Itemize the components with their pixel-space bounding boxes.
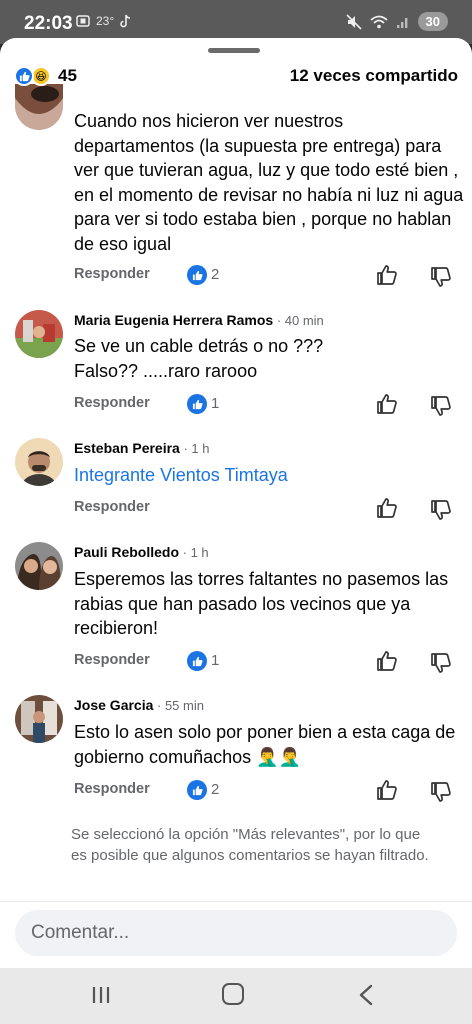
reply-button[interactable]: Responder [74,395,150,411]
comment-actions: Responder 1 [0,650,472,674]
haha-reaction-icon: 😆 [31,66,51,86]
comment-actions: Responder 1 [0,393,472,417]
thumbs-up-icon[interactable] [376,650,398,672]
comment-time: · 55 min [153,698,204,713]
avatar[interactable] [15,310,63,358]
comment-actions: Responder 2 [0,264,472,288]
like-badge-icon [187,780,207,800]
thumbs-down-icon[interactable] [430,652,452,674]
thumbs-up-icon[interactable] [376,393,398,415]
like-badge-icon [187,394,207,414]
reply-button[interactable]: Responder [74,781,150,797]
like-reaction-icon [14,66,34,86]
comment-actions: Responder 2 [0,779,472,803]
share-count[interactable]: 12 veces compartido [290,66,458,86]
battery-indicator: 30 [417,12,448,31]
back-icon[interactable] [357,984,375,1006]
thumbs-up-icon[interactable] [376,497,398,519]
tiktok-icon [120,14,131,28]
screenshot-icon [76,15,90,27]
drag-handle[interactable] [208,48,260,53]
reply-button[interactable]: Responder [74,652,150,668]
comment-text-line: Falso?? .....raro rarooo [74,360,258,381]
comment-text: Esperemos las torres faltantes no pasemo… [74,569,449,638]
reaction-summary: 😆 45 12 veces compartido [14,64,458,88]
comment-text: Se ve un cable detrás o no ??? Falso?? .… [74,334,464,383]
status-time: 22:03 [24,13,73,34]
comment-text: Cuando nos hicieron ver nuestros departa… [74,111,464,254]
thumbs-down-icon[interactable] [430,499,452,521]
comment-actions: Responder [0,497,472,521]
thumbs-up-icon[interactable] [376,779,398,801]
recent-apps-icon[interactable] [90,984,112,1006]
like-count[interactable]: 1 [211,652,219,669]
comment-author[interactable]: Maria Eugenia Herrera Ramos · 40 min [74,312,324,328]
comment-input[interactable]: Comentar... [15,910,457,956]
status-temperature: 23° [96,14,115,28]
like-badge-icon [187,265,207,285]
reaction-count[interactable]: 45 [58,66,77,86]
comment-author[interactable]: Esteban Pereira · 1 h [74,440,209,456]
comments-sheet: 😆 45 12 veces compartido Cuando nos hici… [0,38,472,968]
avatar[interactable] [15,695,63,743]
tagged-profile-link[interactable]: Integrante Vientos Timtaya [74,463,464,488]
home-icon[interactable] [222,983,244,1005]
comment-author[interactable]: Jose Garcia · 55 min [74,697,204,713]
thumbs-up-icon[interactable] [376,264,398,286]
signal-icon [396,17,407,28]
avatar[interactable] [15,438,63,486]
comment-input-placeholder: Comentar... [31,922,130,943]
like-count[interactable]: 1 [211,395,219,412]
comment-time: · 1 h [179,441,210,456]
avatar[interactable] [15,542,63,590]
divider [0,901,472,902]
reply-button[interactable]: Responder [74,499,150,515]
filter-notice: Se seleccionó la opción "Más relevantes"… [71,826,429,864]
mute-icon [345,13,362,30]
comment-text: Esto lo asen solo por poner bien a esta … [74,722,456,767]
comment-time: · 40 min [273,313,324,328]
wifi-icon [369,15,388,28]
comment-time: · 1 h [179,545,209,560]
reply-button[interactable]: Responder [74,266,150,282]
thumbs-down-icon[interactable] [430,781,452,803]
avatar[interactable] [15,84,63,130]
like-count[interactable]: 2 [211,781,219,798]
comment-text-line: Se ve un cable detrás o no ??? [74,336,324,356]
like-count[interactable]: 2 [211,266,219,283]
comment-author[interactable]: Pauli Rebolledo · 1 h [74,544,209,560]
system-nav-bar [0,968,472,1024]
like-badge-icon [187,651,207,671]
thumbs-down-icon[interactable] [430,266,452,288]
thumbs-down-icon[interactable] [430,395,452,417]
